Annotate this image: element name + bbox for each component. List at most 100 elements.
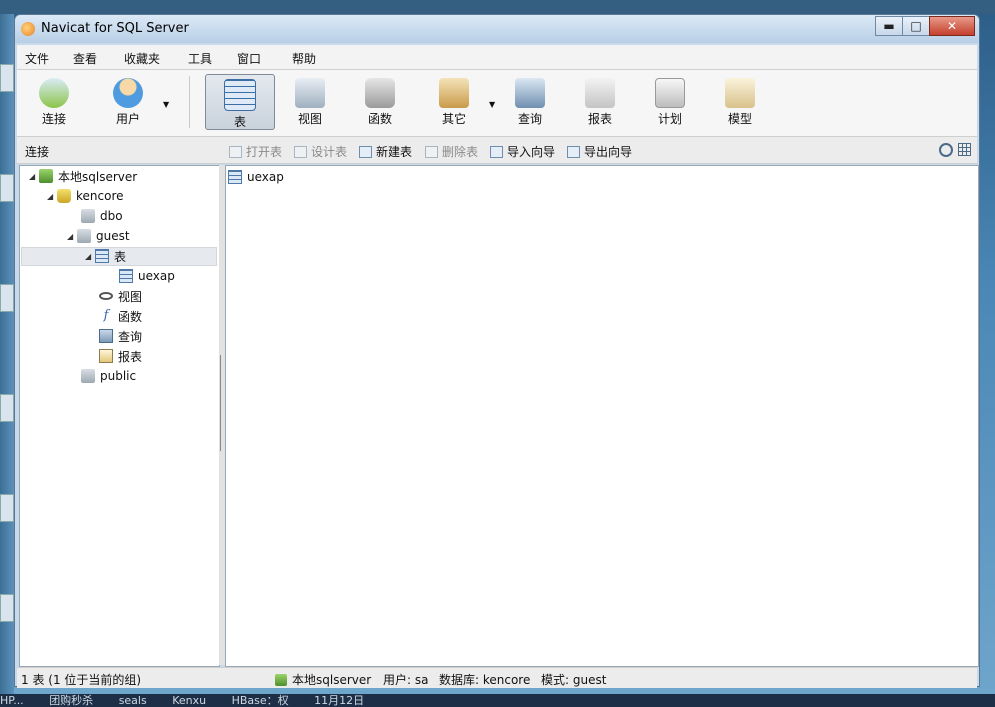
export-wizard-button[interactable]: 导出向导 — [567, 143, 632, 160]
object-action-bar: 连接 打开表 设计表 新建表 删除表 导入向导 导出向导 — [17, 137, 977, 164]
menu-window[interactable]: 窗口 — [237, 50, 261, 67]
model-icon — [725, 78, 755, 108]
minimize-button[interactable]: ▬ — [875, 16, 903, 36]
user-dropdown-icon[interactable]: ▼ — [163, 100, 169, 109]
toolbar-separator — [189, 76, 190, 128]
taskbar-item[interactable]: 团购秒杀 — [49, 694, 93, 707]
delete-table-icon — [425, 145, 438, 158]
schema-icon — [81, 209, 95, 223]
other-dropdown-icon[interactable]: ▼ — [489, 100, 495, 109]
tree-node-schema-dbo[interactable]: dbo — [81, 207, 123, 225]
expand-icon[interactable]: ◢ — [67, 232, 77, 241]
import-wizard-icon — [490, 145, 503, 158]
other-icon — [439, 78, 469, 108]
report-button[interactable]: 报表 — [569, 74, 631, 130]
window-title: Navicat for SQL Server — [41, 21, 189, 36]
table-icon — [119, 269, 133, 283]
search-icon[interactable] — [939, 143, 953, 157]
schema-icon — [77, 229, 91, 243]
maximize-button[interactable]: □ — [902, 16, 930, 36]
schema-icon — [81, 369, 95, 383]
tree-node-reports[interactable]: 报表 — [99, 347, 142, 365]
function-button[interactable]: 函数 — [349, 74, 411, 130]
desktop-icon[interactable] — [0, 64, 14, 92]
menu-help[interactable]: 帮助 — [292, 50, 316, 67]
open-table-button[interactable]: 打开表 — [229, 143, 282, 160]
tree-node-table-uexap[interactable]: uexap — [119, 267, 175, 285]
design-table-button[interactable]: 设计表 — [294, 143, 347, 160]
connect-label: 连接 — [41, 112, 66, 126]
taskbar-item[interactable]: Kenxu — [172, 694, 206, 707]
desktop-icon[interactable] — [0, 284, 14, 312]
status-server: 本地sqlserver — [275, 671, 371, 688]
view-label: 视图 — [297, 112, 322, 126]
server-icon — [39, 169, 53, 183]
user-button[interactable]: 用户 — [97, 74, 159, 130]
object-list-pane: uexap — [225, 165, 979, 667]
expand-icon[interactable]: ◢ — [29, 172, 39, 181]
close-button[interactable]: ✕ — [929, 16, 975, 36]
tree-node-schema-guest[interactable]: ◢ guest — [67, 227, 130, 245]
table-button[interactable]: 表 — [205, 74, 275, 130]
desktop-icon[interactable] — [0, 394, 14, 422]
report-icon — [99, 349, 113, 363]
query-label: 查询 — [517, 112, 542, 126]
new-table-button[interactable]: 新建表 — [359, 143, 412, 160]
menu-file[interactable]: 文件 — [25, 50, 49, 67]
taskbar-item[interactable]: HBase：权 — [232, 694, 289, 707]
model-button[interactable]: 模型 — [709, 74, 771, 130]
desktop-icon[interactable] — [0, 494, 14, 522]
title-bar[interactable]: Navicat for SQL Server ▬ □ ✕ — [15, 15, 979, 43]
tree-node-tables[interactable]: ◢ 表 — [85, 247, 126, 265]
connection-pane-title: 连接 — [25, 145, 50, 159]
report-icon — [585, 78, 615, 108]
query-button[interactable]: 查询 — [499, 74, 561, 130]
table-label: 表 — [233, 115, 246, 129]
grid-view-icon[interactable] — [958, 143, 971, 156]
tree-node-views[interactable]: 视图 — [99, 287, 142, 305]
delete-table-button[interactable]: 删除表 — [425, 143, 478, 160]
desktop-icon[interactable] — [0, 174, 14, 202]
query-icon — [99, 329, 113, 343]
expand-icon[interactable]: ◢ — [85, 252, 95, 261]
export-wizard-icon — [567, 145, 580, 158]
menu-favorites[interactable]: 收藏夹 — [124, 50, 160, 67]
user-label: 用户 — [115, 112, 140, 126]
table-icon — [95, 249, 109, 263]
connect-icon — [39, 78, 69, 108]
taskbar-item[interactable]: seals — [119, 694, 147, 707]
schedule-button[interactable]: 计划 — [639, 74, 701, 130]
other-button[interactable]: 其它 — [423, 74, 485, 130]
function-label: 函数 — [367, 112, 392, 126]
table-icon — [224, 79, 256, 111]
function-icon: f — [103, 308, 109, 323]
menu-view[interactable]: 查看 — [73, 50, 97, 67]
status-bar: 1 表 (1 位于当前的组) 本地sqlserver 用户: sa 数据库: k… — [17, 667, 977, 688]
taskbar-item[interactable]: HP... — [0, 694, 24, 707]
tree-node-queries[interactable]: 查询 — [99, 327, 142, 345]
menu-tools[interactable]: 工具 — [188, 50, 212, 67]
status-schema: 模式: guest — [541, 673, 607, 687]
open-table-icon — [229, 145, 242, 158]
tree-node-database[interactable]: ◢ kencore — [47, 187, 124, 205]
navicat-window: Navicat for SQL Server ▬ □ ✕ 文件 查看 收藏夹 工… — [14, 14, 980, 688]
status-object-count: 1 表 (1 位于当前的组) — [21, 673, 142, 687]
import-wizard-button[interactable]: 导入向导 — [490, 143, 555, 160]
desktop-top-strip — [0, 0, 995, 14]
taskbar: HP... 团购秒杀 seals Kenxu HBase：权 11月12日 — [0, 694, 995, 707]
connect-button[interactable]: 连接 — [23, 74, 85, 130]
expand-icon[interactable]: ◢ — [47, 192, 57, 201]
table-icon — [228, 170, 242, 184]
menu-bar: 文件 查看 收藏夹 工具 窗口 帮助 — [17, 45, 977, 70]
glasses-icon — [99, 292, 113, 300]
tree-node-server[interactable]: ◢ 本地sqlserver — [29, 167, 137, 185]
desktop-icon[interactable] — [0, 594, 14, 622]
tree-node-schema-public[interactable]: public — [81, 367, 136, 385]
report-label: 报表 — [587, 112, 612, 126]
object-item-uexap[interactable]: uexap — [228, 168, 284, 186]
schedule-label: 计划 — [657, 112, 682, 126]
taskbar-item[interactable]: 11月12日 — [314, 694, 364, 707]
tree-node-functions[interactable]: f 函数 — [99, 307, 142, 325]
desktop-left-strip — [0, 14, 14, 694]
view-button[interactable]: 视图 — [279, 74, 341, 130]
